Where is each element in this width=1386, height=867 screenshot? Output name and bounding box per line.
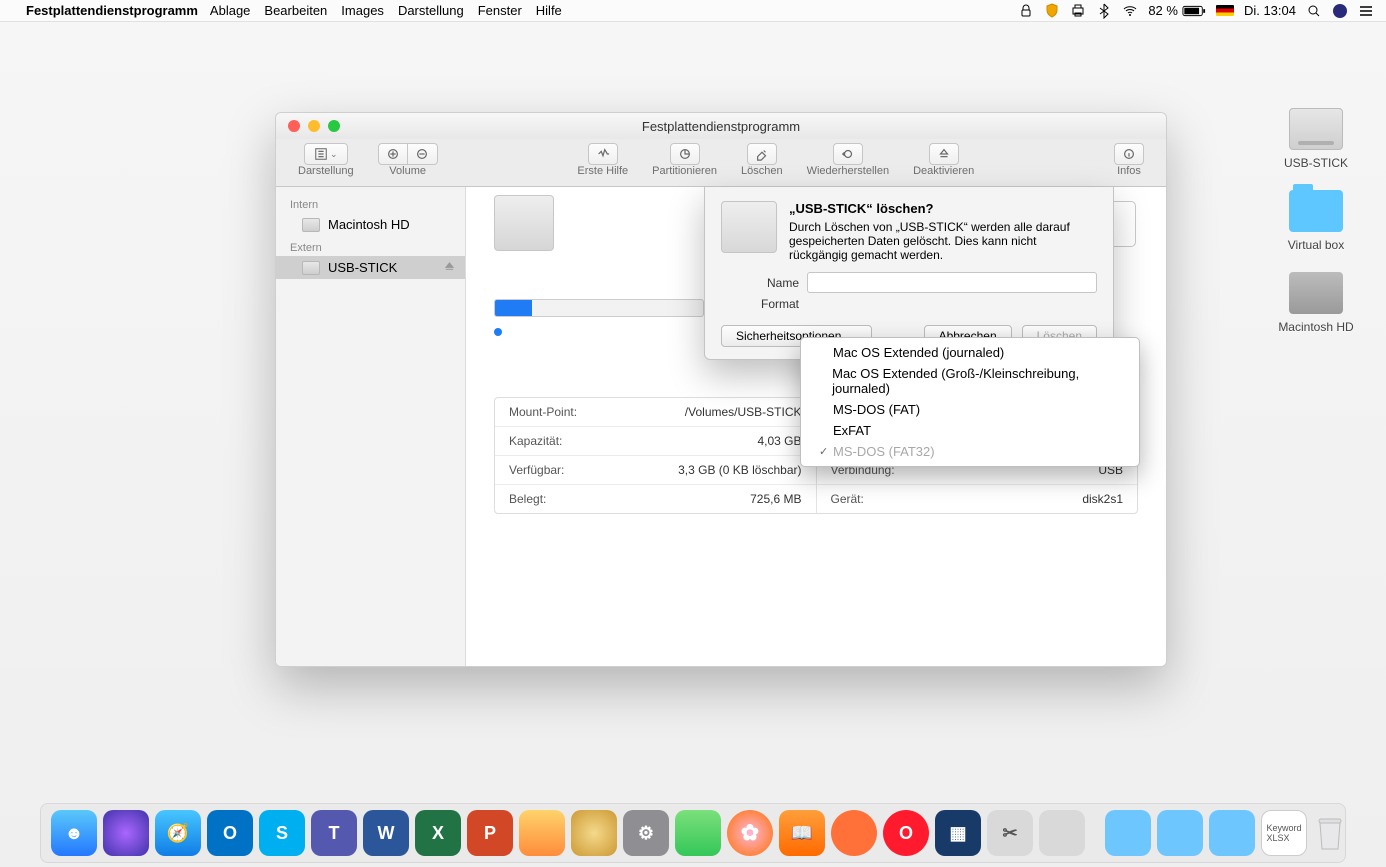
dock-excel[interactable]: X [415,810,461,856]
sidebar: Intern Macintosh HD Extern USB-STICK [276,187,466,666]
format-option[interactable]: Mac OS Extended (Groß-/Kleinschreibung, … [801,363,1139,399]
dock-folder[interactable] [1157,810,1203,856]
toolbar-volume[interactable]: Volume [378,143,438,177]
sidebar-item-usb-stick[interactable]: USB-STICK [276,256,465,279]
dock-utility1[interactable]: ✂ [987,810,1033,856]
dock-preview[interactable] [571,810,617,856]
dock-powerpoint[interactable]: P [467,810,513,856]
sidebar-section-external: Extern [276,236,465,256]
erase-dialog: „USB-STICK“ löschen? Durch Löschen von „… [704,187,1114,360]
info-row: Kapazität:4,03 GB [495,426,816,455]
eject-icon[interactable] [444,261,455,275]
sidebar-item-macintosh-hd[interactable]: Macintosh HD [276,213,465,236]
disk-utility-window: Festplattendienstprogramm ⌄ Darstellung … [275,112,1167,667]
menu-file[interactable]: Ablage [210,3,250,18]
status-shield-icon[interactable] [1044,3,1060,19]
status-siri-icon[interactable] [1332,3,1348,19]
dock-opera[interactable]: O [883,810,929,856]
format-option-current[interactable]: ✓MS-DOS (FAT32) [801,441,1139,462]
info-row: Gerät:disk2s1 [817,484,1138,513]
usage-bar [494,299,704,317]
dock-firefox[interactable] [831,810,877,856]
desktop-icon-folder[interactable]: Virtual box [1276,190,1356,252]
status-battery[interactable]: 82 % [1148,3,1206,19]
status-printer-icon[interactable] [1070,3,1086,19]
toolbar-info[interactable]: Infos [1114,143,1144,177]
status-bluetooth-icon[interactable] [1096,3,1112,19]
dock-maps[interactable] [675,810,721,856]
dock-safari[interactable]: 🧭 [155,810,201,856]
dialog-drive-icon [721,201,777,253]
content-pane: 4,03 GB Mount-Point:/Volumes/USB-STICK K… [466,187,1166,666]
sidebar-section-internal: Intern [276,193,465,213]
status-lock-icon[interactable] [1018,3,1034,19]
toolbar-restore[interactable]: Wiederherstellen [807,143,890,177]
menu-help[interactable]: Hilfe [536,3,562,18]
dock-virtualbox[interactable]: ▦ [935,810,981,856]
dock-photosapp[interactable]: ✿ [727,810,773,856]
format-dropdown[interactable]: Mac OS Extended (journaled) Mac OS Exten… [800,337,1140,467]
label-format: Format [733,297,799,311]
desktop-icon-usb[interactable]: USB-STICK [1276,108,1356,170]
label-name: Name [733,276,799,290]
dock-word[interactable]: W [363,810,409,856]
info-row: Mount-Point:/Volumes/USB-STICK [495,398,816,426]
window-zoom-button[interactable] [328,120,340,132]
menubar-app-name[interactable]: Festplattendienstprogramm [26,3,198,18]
menu-edit[interactable]: Bearbeiten [264,3,327,18]
window-title: Festplattendienstprogramm [276,119,1166,134]
volume-icon [494,195,554,251]
status-spotlight-icon[interactable] [1306,3,1322,19]
dock-folder[interactable] [1209,810,1255,856]
dock-file-keyword[interactable]: KeywordXLSX [1261,810,1307,856]
window-toolbar: ⌄ Darstellung Volume Erste Hilfe Partiti… [276,139,1166,187]
status-wifi-icon[interactable] [1122,3,1138,19]
window-minimize-button[interactable] [308,120,320,132]
menu-view[interactable]: Darstellung [398,3,464,18]
status-flag-icon[interactable] [1216,5,1234,16]
window-titlebar[interactable]: Festplattendienstprogramm [276,113,1166,139]
dock: ☻ 🧭 O S T W X P ⚙ ✿ 📖 O ▦ ✂ KeywordXLSX [40,803,1346,863]
format-option[interactable]: MS-DOS (FAT) [801,399,1139,420]
dock-finder[interactable]: ☻ [51,810,97,856]
desktop-icon-hdd[interactable]: Macintosh HD [1276,272,1356,334]
toolbar-partition[interactable]: Partitionieren [652,143,717,177]
disk-icon [302,261,320,275]
dock-siri[interactable] [103,810,149,856]
info-row: Verfügbar:3,3 GB (0 KB löschbar) [495,455,816,484]
format-option[interactable]: Mac OS Extended (journaled) [801,342,1139,363]
system-menubar: Festplattendienstprogramm Ablage Bearbei… [0,0,1386,22]
status-datetime[interactable]: Di. 13:04 [1244,3,1296,18]
toolbar-erase[interactable]: Löschen [741,143,783,177]
status-notification-icon[interactable] [1358,3,1374,19]
dock-folder[interactable] [1105,810,1151,856]
format-option[interactable]: ExFAT [801,420,1139,441]
input-name[interactable] [807,272,1097,293]
dock-outlook[interactable]: O [207,810,253,856]
info-row: Belegt:725,6 MB [495,484,816,513]
dock-trash[interactable] [1313,810,1347,856]
dialog-description: Durch Löschen von „USB-STICK“ werden all… [789,220,1070,262]
menu-images[interactable]: Images [341,3,384,18]
dock-books[interactable]: 📖 [779,810,825,856]
dock-skype[interactable]: S [259,810,305,856]
dialog-title: „USB-STICK“ löschen? [789,201,1097,216]
dock-photos[interactable] [519,810,565,856]
dock-sysprefs[interactable]: ⚙ [623,810,669,856]
toolbar-firstaid[interactable]: Erste Hilfe [577,143,628,177]
menu-window[interactable]: Fenster [478,3,522,18]
disk-icon [302,218,320,232]
dock-utility2[interactable] [1039,810,1085,856]
window-close-button[interactable] [288,120,300,132]
dock-teams[interactable]: T [311,810,357,856]
usage-legend [494,325,506,339]
toolbar-view[interactable]: ⌄ Darstellung [298,143,354,177]
toolbar-unmount[interactable]: Deaktivieren [913,143,974,177]
